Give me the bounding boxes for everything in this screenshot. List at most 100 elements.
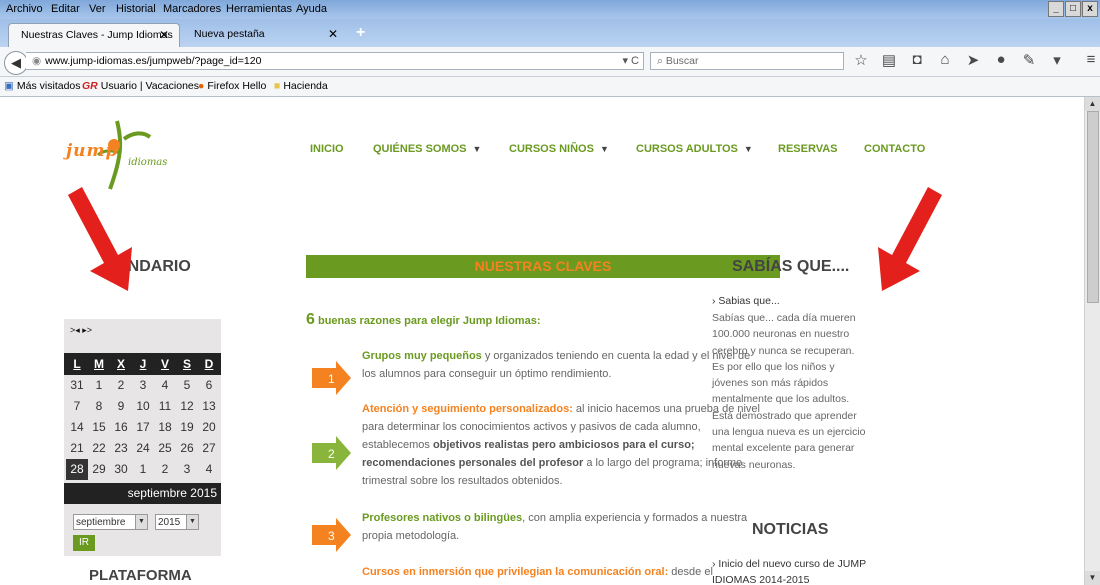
calendar-day[interactable]: 30 xyxy=(110,459,132,480)
close-tab-icon[interactable]: ✕ xyxy=(159,24,169,46)
bookmark-hacienda[interactable]: ■ Hacienda xyxy=(274,77,328,96)
new-tab-icon[interactable]: + xyxy=(356,24,365,42)
addon-icon[interactable]: ✎ xyxy=(1020,51,1038,69)
menu-icon[interactable]: ≡ xyxy=(1082,51,1100,69)
nav-cursos-adultos[interactable]: CURSOS ADULTOS ▼ xyxy=(636,143,753,155)
calendar-day[interactable]: 4 xyxy=(198,459,220,480)
go-button[interactable]: IR xyxy=(73,535,95,551)
intro-text: buenas razones para elegir Jump Idiomas: xyxy=(317,315,541,327)
nav-quienes-somos[interactable]: QUIÉNES SOMOS ▼ xyxy=(373,143,481,155)
menu-ver[interactable]: Ver xyxy=(89,3,106,15)
calendar-day[interactable]: 11 xyxy=(154,396,176,417)
minimize-button[interactable]: _ xyxy=(1048,1,1064,17)
calendar-day[interactable]: 7 xyxy=(66,396,88,417)
bookmark-usuario[interactable]: GR Usuario | Vacaciones xyxy=(82,77,199,96)
menu-historial[interactable]: Historial xyxy=(116,3,156,15)
back-button[interactable]: ◀ xyxy=(4,51,28,75)
bookmark-star-icon[interactable]: ☆ xyxy=(852,51,870,69)
calendar-day[interactable]: 2 xyxy=(154,459,176,480)
sabias-link[interactable]: › Sabias que... xyxy=(712,295,780,307)
reason-title: Grupos muy pequeños xyxy=(362,350,482,362)
menu-archivo[interactable]: Archivo xyxy=(6,3,43,15)
weekday-label: D xyxy=(204,357,214,371)
menu-marcadores[interactable]: Marcadores xyxy=(163,3,221,15)
calendar-day[interactable]: 18 xyxy=(154,417,176,438)
bookmark-label: Hacienda xyxy=(283,80,328,92)
calendar-day[interactable]: 3 xyxy=(176,459,198,480)
calendar-day[interactable]: 1 xyxy=(132,459,154,480)
site-logo[interactable]: jump idiomas xyxy=(62,111,192,191)
reason-bold-text: objetivos realistas pero ambiciosos para… xyxy=(432,439,695,451)
nav-label: CURSOS NIÑOS xyxy=(509,143,594,155)
calendar-day[interactable]: 25 xyxy=(154,438,176,459)
menu-ayuda[interactable]: Ayuda xyxy=(296,3,327,15)
reading-list-icon[interactable]: ▤ xyxy=(880,51,898,69)
number-label: 3 xyxy=(328,529,335,543)
nav-reservas[interactable]: RESERVAS xyxy=(778,143,838,155)
sabias-text: Sabías que... cada día mueren 100.000 ne… xyxy=(712,312,866,471)
chevron-down-icon: ▼ xyxy=(599,144,609,154)
calendar-day[interactable]: 1 xyxy=(88,375,110,396)
calendar-day[interactable]: 28 xyxy=(66,459,88,480)
number-1-arrow-icon: 1 xyxy=(312,361,351,395)
calendar-day[interactable]: 12 xyxy=(176,396,198,417)
calendar-day[interactable]: 14 xyxy=(66,417,88,438)
web-page: jump idiomas INICIO QUIÉNES SOMOS ▼ CURSO… xyxy=(0,97,1085,585)
month-select[interactable]: septiembre ▼ xyxy=(73,514,148,530)
calendar-day[interactable]: 23 xyxy=(110,438,132,459)
nav-inicio[interactable]: INICIO xyxy=(310,143,344,155)
scroll-down-icon[interactable]: ▼ xyxy=(1085,571,1100,585)
scroll-thumb[interactable] xyxy=(1087,111,1099,303)
calendar-day[interactable]: 15 xyxy=(88,417,110,438)
calendar-day[interactable]: 9 xyxy=(110,396,132,417)
firefox-icon: ● xyxy=(198,80,205,92)
noticias-item[interactable]: › Inicio del nuevo curso de JUMP IDIOMAS… xyxy=(712,556,867,585)
calendar-month-label: septiembre 2015 xyxy=(64,483,221,504)
calendar-day[interactable]: 22 xyxy=(88,438,110,459)
tab-jump-idiomas[interactable]: Nuestras Claves - Jump Idiomas ✕ xyxy=(8,23,180,47)
calendar-day[interactable]: 19 xyxy=(176,417,198,438)
calendar-day[interactable]: 10 xyxy=(132,396,154,417)
dropdown-arrow-icon: ▼ xyxy=(135,515,147,529)
calendar-day[interactable]: 13 xyxy=(198,396,220,417)
vertical-scrollbar[interactable]: ▲ ▼ xyxy=(1084,97,1100,585)
calendar-day[interactable]: 27 xyxy=(198,438,220,459)
year-select[interactable]: 2015 ▼ xyxy=(155,514,199,530)
calendar-day[interactable]: 16 xyxy=(110,417,132,438)
chat-icon[interactable]: ● xyxy=(992,51,1010,69)
bookmark-firefox-hello[interactable]: ● Firefox Hello xyxy=(198,77,266,96)
calendar-day[interactable]: 20 xyxy=(198,417,220,438)
scroll-up-icon[interactable]: ▲ xyxy=(1085,97,1100,111)
calendar-day[interactable]: 5 xyxy=(176,375,198,396)
menu-editar[interactable]: Editar xyxy=(51,3,80,15)
calendar-nav-controls[interactable]: >◂ ▸> xyxy=(70,325,92,336)
close-window-button[interactable]: x xyxy=(1082,1,1098,17)
maximize-button[interactable]: □ xyxy=(1065,1,1081,17)
bookmark-mas-visitados[interactable]: ▣ Más visitados xyxy=(4,77,81,96)
calendar-day[interactable]: 3 xyxy=(132,375,154,396)
calendar-day[interactable]: 21 xyxy=(66,438,88,459)
search-input[interactable]: ⌕ Buscar xyxy=(650,52,844,70)
intro-heading: 6 buenas razones para elegir Jump Idioma… xyxy=(306,311,540,329)
dropdown-arrow-icon: ▼ xyxy=(186,515,198,529)
calendar-day[interactable]: 8 xyxy=(88,396,110,417)
home-icon[interactable]: ⌂ xyxy=(936,51,954,69)
nav-cursos-ninos[interactable]: CURSOS NIÑOS ▼ xyxy=(509,143,609,155)
reload-icon[interactable]: ▾ C xyxy=(622,53,639,70)
send-icon[interactable]: ➤ xyxy=(964,51,982,69)
calendar-day[interactable]: 2 xyxy=(110,375,132,396)
calendar-day[interactable]: 4 xyxy=(154,375,176,396)
menu-herramientas[interactable]: Herramientas xyxy=(226,3,292,15)
url-bar[interactable]: ◉ www.jump-idiomas.es/jumpweb/?page_id=12… xyxy=(26,52,644,70)
dropdown-icon[interactable]: ▾ xyxy=(1048,51,1066,69)
calendar-day[interactable]: 31 xyxy=(66,375,88,396)
calendar-day[interactable]: 29 xyxy=(88,459,110,480)
calendar-day[interactable]: 17 xyxy=(132,417,154,438)
nav-contacto[interactable]: CONTACTO xyxy=(864,143,925,155)
calendar-day[interactable]: 6 xyxy=(198,375,220,396)
calendar-day[interactable]: 24 xyxy=(132,438,154,459)
close-tab-icon[interactable]: ✕ xyxy=(328,23,338,45)
tab-new[interactable]: Nueva pestaña ✕ xyxy=(182,23,348,47)
pocket-icon[interactable]: ◘ xyxy=(908,51,926,69)
calendar-day[interactable]: 26 xyxy=(176,438,198,459)
